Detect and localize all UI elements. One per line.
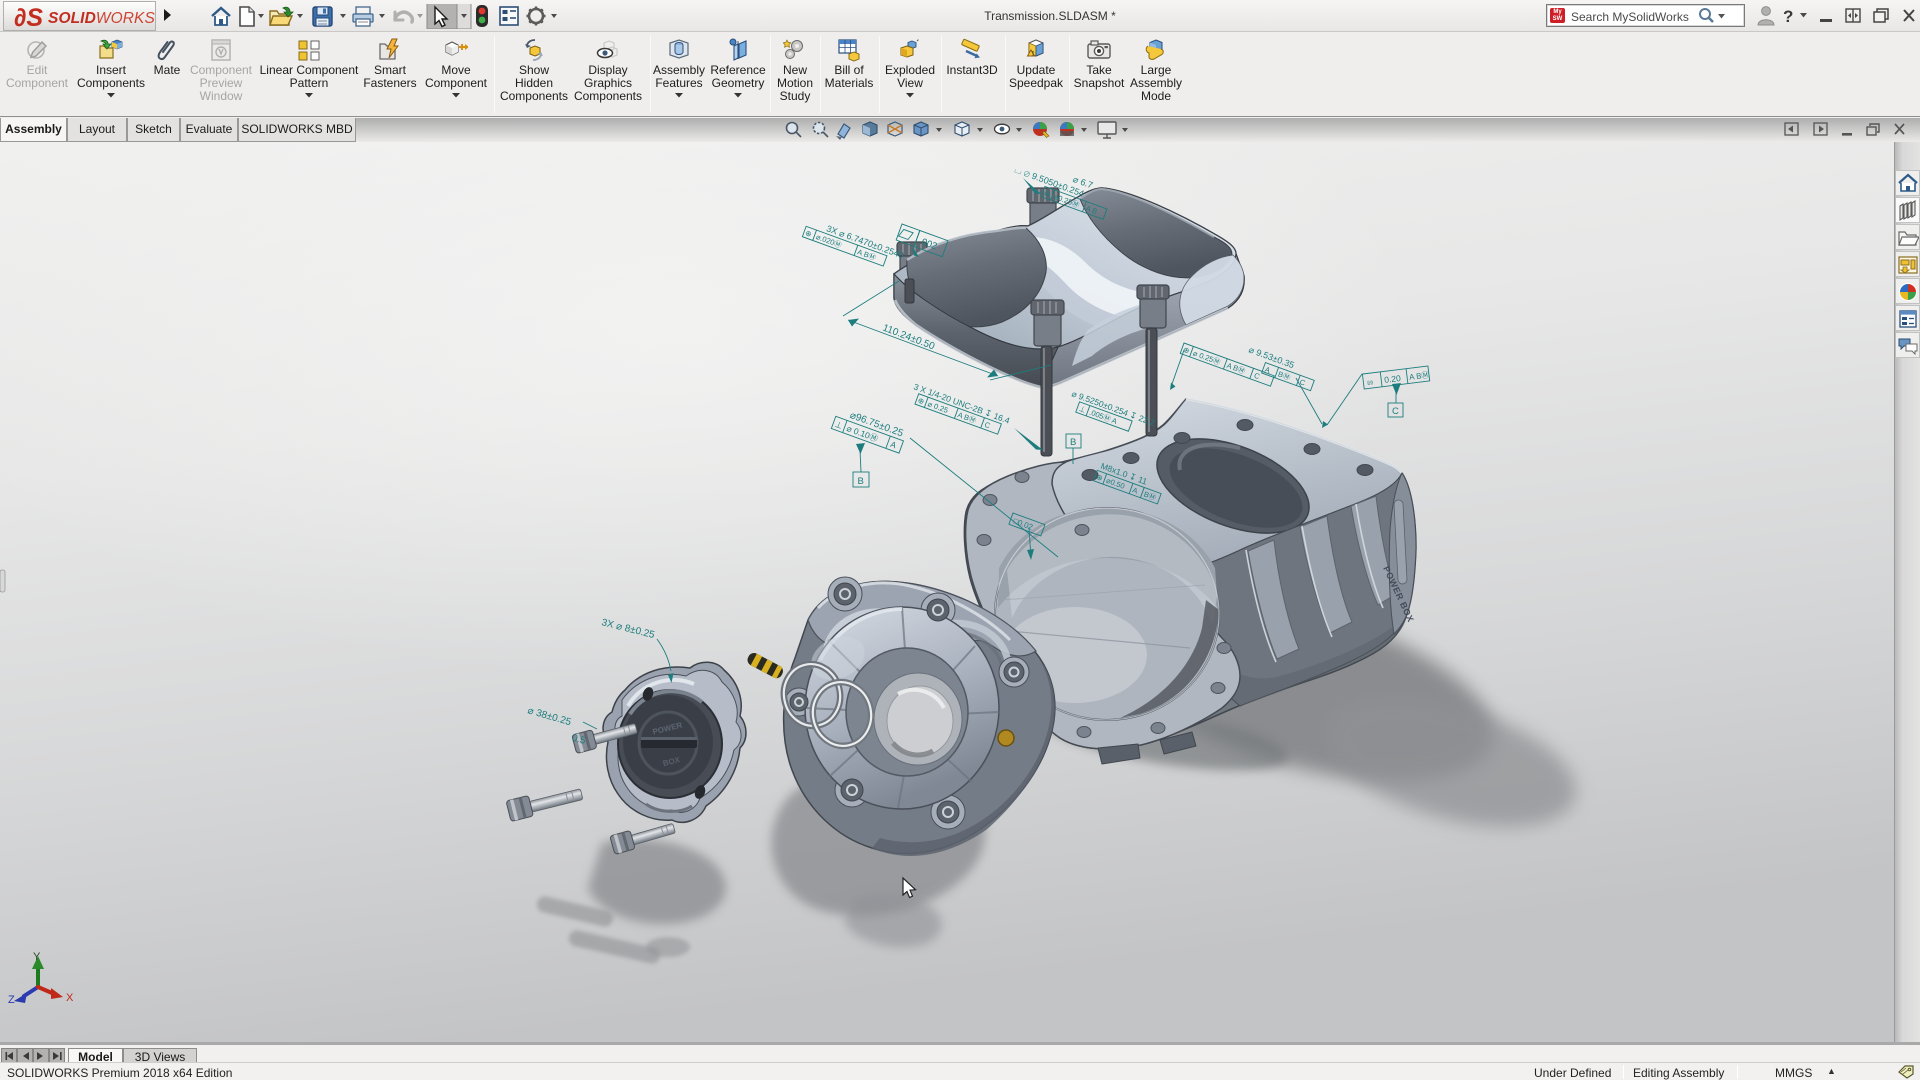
svg-text:Z: Z	[8, 994, 15, 1006]
svg-text:⎂: ⎂	[1366, 377, 1374, 388]
svg-text:Y: Y	[33, 951, 41, 963]
svg-text:B: B	[1070, 437, 1076, 448]
svg-text:B: B	[858, 476, 864, 487]
svg-text:C: C	[1392, 406, 1399, 417]
svg-text:∂S: ∂S	[14, 4, 43, 30]
svg-text:0.20: 0.20	[1384, 373, 1402, 385]
svg-text:!: !	[1032, 52, 1034, 58]
svg-text:SOLIDWORKS: SOLIDWORKS	[48, 10, 155, 27]
svg-text:X: X	[66, 992, 74, 1004]
svg-text:?: ?	[1783, 7, 1793, 26]
